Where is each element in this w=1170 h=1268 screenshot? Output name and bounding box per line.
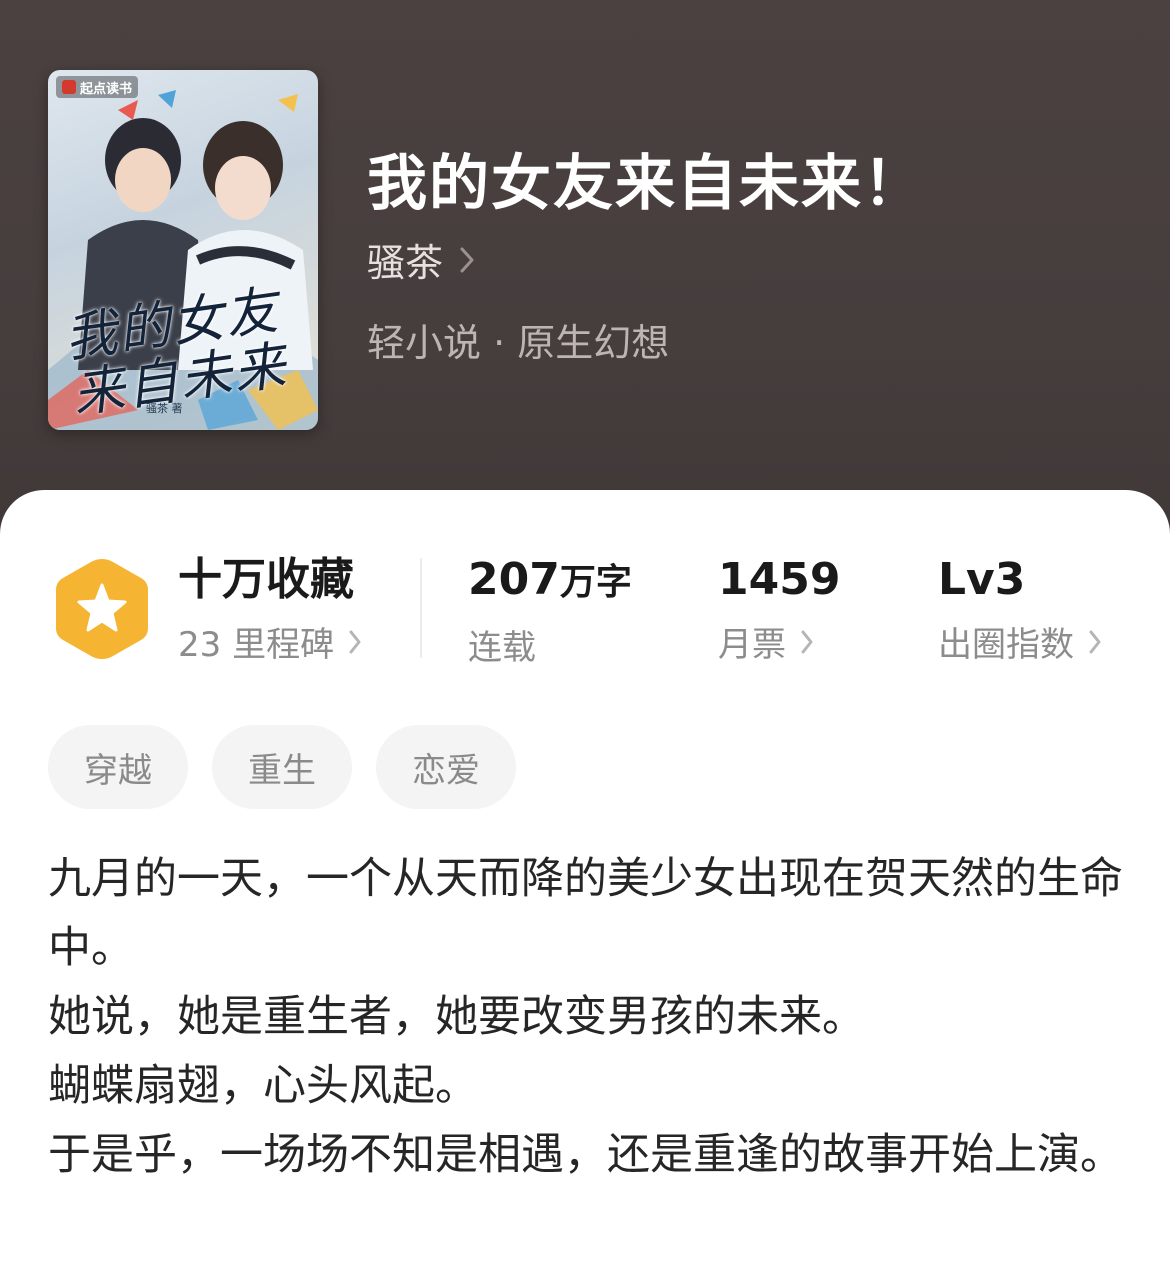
stat-words: 207万字 连载	[468, 555, 632, 669]
book-title: 我的女友来自未来！	[367, 149, 925, 219]
book-cover[interactable]: 起点读书 我的女友来自未来 骚茶 著	[48, 70, 318, 430]
word-count-unit: 万字	[559, 562, 632, 603]
chevron-right-icon	[1089, 630, 1101, 653]
tag-chip[interactable]: 恋爱	[376, 725, 516, 809]
author-link[interactable]: 骚茶	[367, 232, 475, 287]
influence-label: 出圈指数	[938, 625, 1074, 665]
collection-value: 十万收藏	[178, 554, 354, 605]
cover-art-author: 骚茶 著	[146, 402, 183, 415]
book-synopsis[interactable]: 九月的一天，一个从天而降的美少女出现在贺天然的生命中。 她说，她是重生者，她要改…	[48, 845, 1123, 1190]
book-genre: 轻小说 · 原生幻想	[367, 321, 670, 365]
author-name: 骚茶	[367, 241, 444, 285]
stat-divider	[420, 558, 422, 658]
publisher-logo-icon	[62, 80, 76, 94]
chevron-right-icon	[349, 630, 361, 653]
synopsis-line: 她说，她是重生者，她要改变男孩的未来。	[48, 992, 865, 1042]
influence-value: Lv3	[938, 554, 1026, 605]
synopsis-line: 蝴蝶扇翅，心头风起。	[48, 1061, 478, 1111]
synopsis-line: 九月的一天，一个从天而降的美少女出现在贺天然的生命中。	[48, 854, 1123, 973]
stat-monthly-votes[interactable]: 1459 月票	[718, 555, 840, 666]
stat-collection[interactable]: 十万收藏 23 里程碑	[178, 555, 362, 666]
serial-status-label: 连载	[468, 628, 536, 668]
tag-chip[interactable]: 重生	[212, 725, 352, 809]
cover-publisher-badge: 起点读书	[56, 76, 139, 98]
chevron-right-icon	[801, 630, 813, 653]
milestone-label: 23 里程碑	[178, 625, 335, 665]
monthly-votes-label: 月票	[718, 625, 786, 665]
word-count-value: 207	[468, 554, 560, 605]
synopsis-line: 于是乎，一场场不知是相遇，还是重逢的故事开始上演。	[48, 1130, 1123, 1180]
star-badge-icon	[56, 559, 148, 659]
tag-list: 穿越 重生 恋爱	[48, 725, 516, 809]
monthly-votes-value: 1459	[718, 554, 841, 605]
stat-influence[interactable]: Lv3 出圈指数	[938, 555, 1102, 666]
chevron-right-icon	[460, 247, 474, 272]
tag-chip[interactable]: 穿越	[48, 725, 188, 809]
cover-publisher-label: 起点读书	[80, 81, 133, 97]
